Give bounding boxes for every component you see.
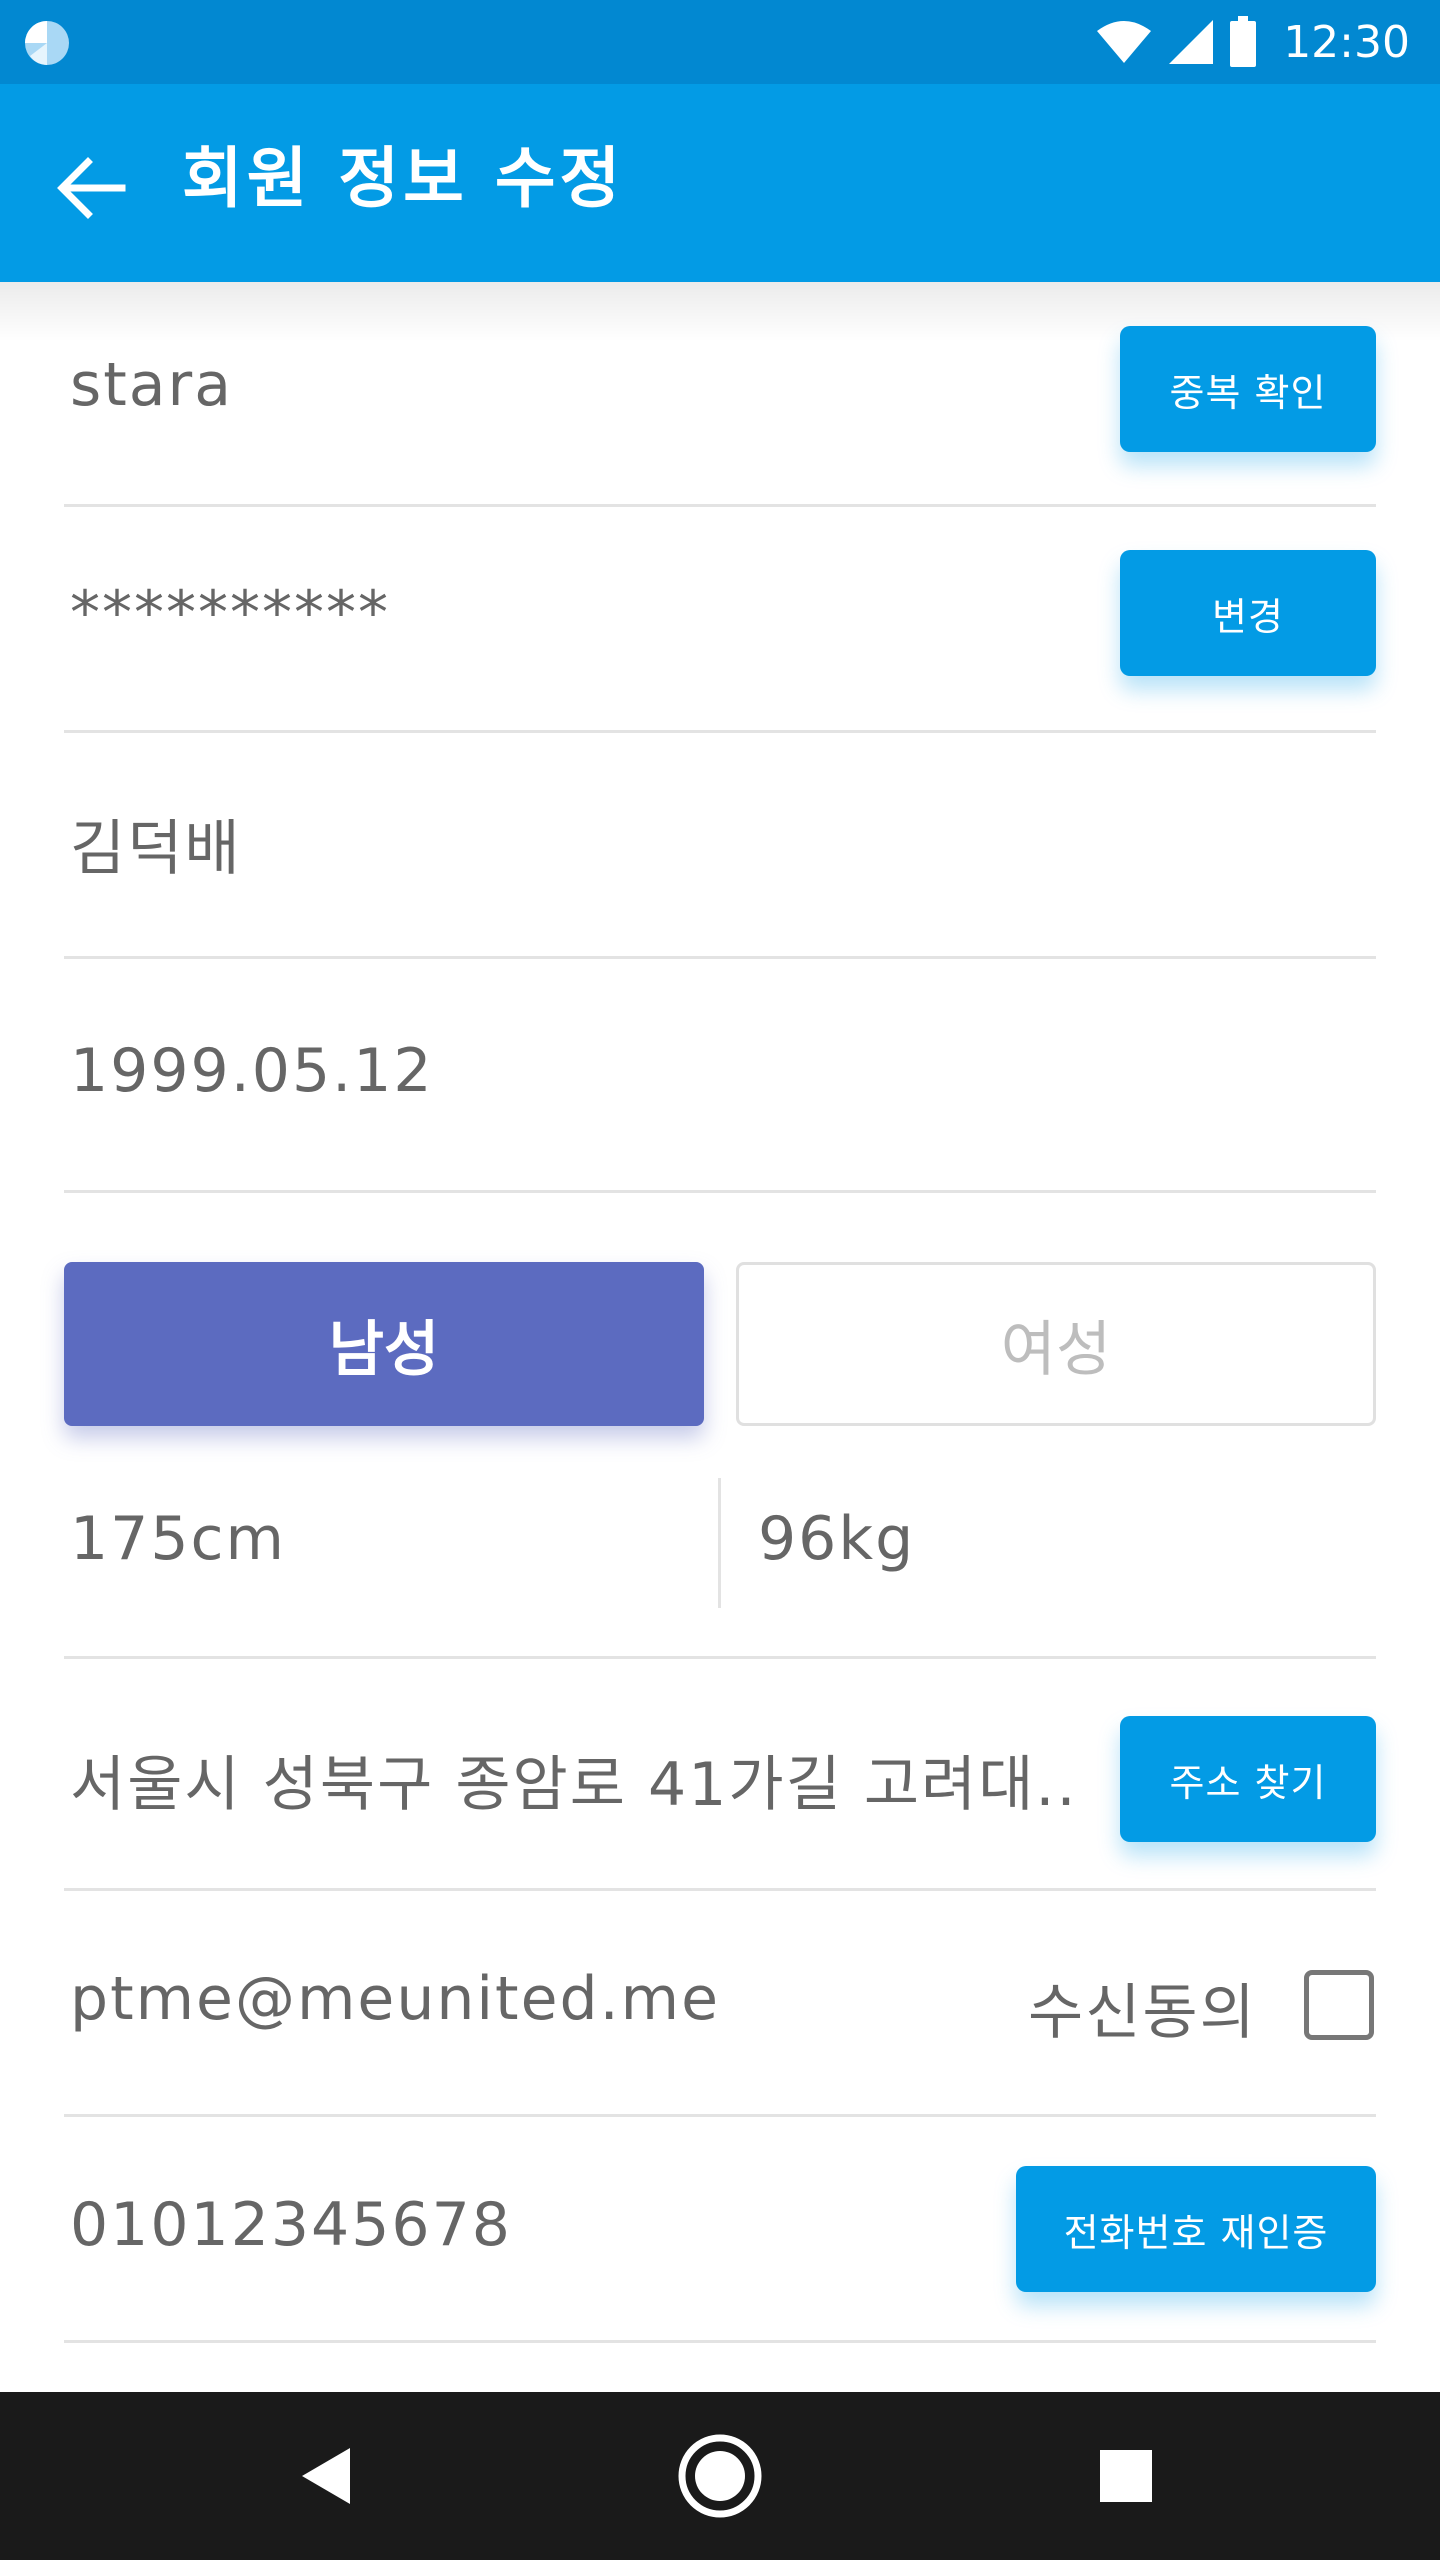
consent-label: 수신동의 xyxy=(1028,1978,1257,2048)
status-right-group: 12:30 xyxy=(1095,0,1410,84)
gender-male-button[interactable]: 남성 xyxy=(64,1262,704,1426)
email-field[interactable]: ptme@meunited.me xyxy=(70,1964,720,2034)
height-field[interactable]: 175cm xyxy=(70,1504,286,1574)
address-field[interactable]: 서울시 성북구 종암로 41가길 고려대.. xyxy=(70,1736,1078,1823)
duplicate-check-button[interactable]: 중복 확인 xyxy=(1120,326,1376,452)
status-time: 12:30 xyxy=(1283,16,1410,68)
status-bar: 12:30 xyxy=(0,0,1440,84)
app-notification-icon xyxy=(25,21,69,65)
divider xyxy=(64,730,1376,733)
consent-checkbox[interactable] xyxy=(1304,1970,1374,2040)
reverify-phone-button[interactable]: 전화번호 재인증 xyxy=(1016,2166,1376,2292)
divider xyxy=(64,1190,1376,1193)
page-title: 회원 정보 수정 xyxy=(182,140,625,217)
change-password-button[interactable]: 변경 xyxy=(1120,550,1376,676)
nav-recents-icon[interactable] xyxy=(1078,2428,1174,2524)
weight-field[interactable]: 96kg xyxy=(758,1504,915,1574)
divider xyxy=(64,2340,1376,2343)
divider xyxy=(64,1888,1376,1891)
phone-field[interactable]: 01012345678 xyxy=(70,2190,512,2260)
app-bar: 회원 정보 수정 xyxy=(0,84,1440,282)
divider xyxy=(64,1656,1376,1659)
find-address-button[interactable]: 주소 찾기 xyxy=(1120,1716,1376,1842)
nav-home-icon[interactable] xyxy=(672,2428,768,2524)
cell-signal-icon xyxy=(1169,20,1214,64)
height-weight-divider xyxy=(718,1478,721,1608)
battery-icon xyxy=(1230,16,1257,67)
birthdate-field[interactable]: 1999.05.12 xyxy=(70,1036,434,1106)
user-id-field[interactable]: stara xyxy=(70,350,233,420)
gender-female-button[interactable]: 여성 xyxy=(736,1262,1376,1426)
arrow-left-icon[interactable] xyxy=(52,148,132,228)
divider xyxy=(64,504,1376,507)
nav-back-icon[interactable] xyxy=(280,2428,376,2524)
navigation-bar xyxy=(0,2392,1440,2560)
name-field[interactable]: 김덕배 xyxy=(70,800,242,887)
wifi-icon xyxy=(1097,21,1152,63)
divider xyxy=(64,2114,1376,2117)
password-field[interactable]: ********** xyxy=(70,578,390,648)
divider xyxy=(64,956,1376,959)
